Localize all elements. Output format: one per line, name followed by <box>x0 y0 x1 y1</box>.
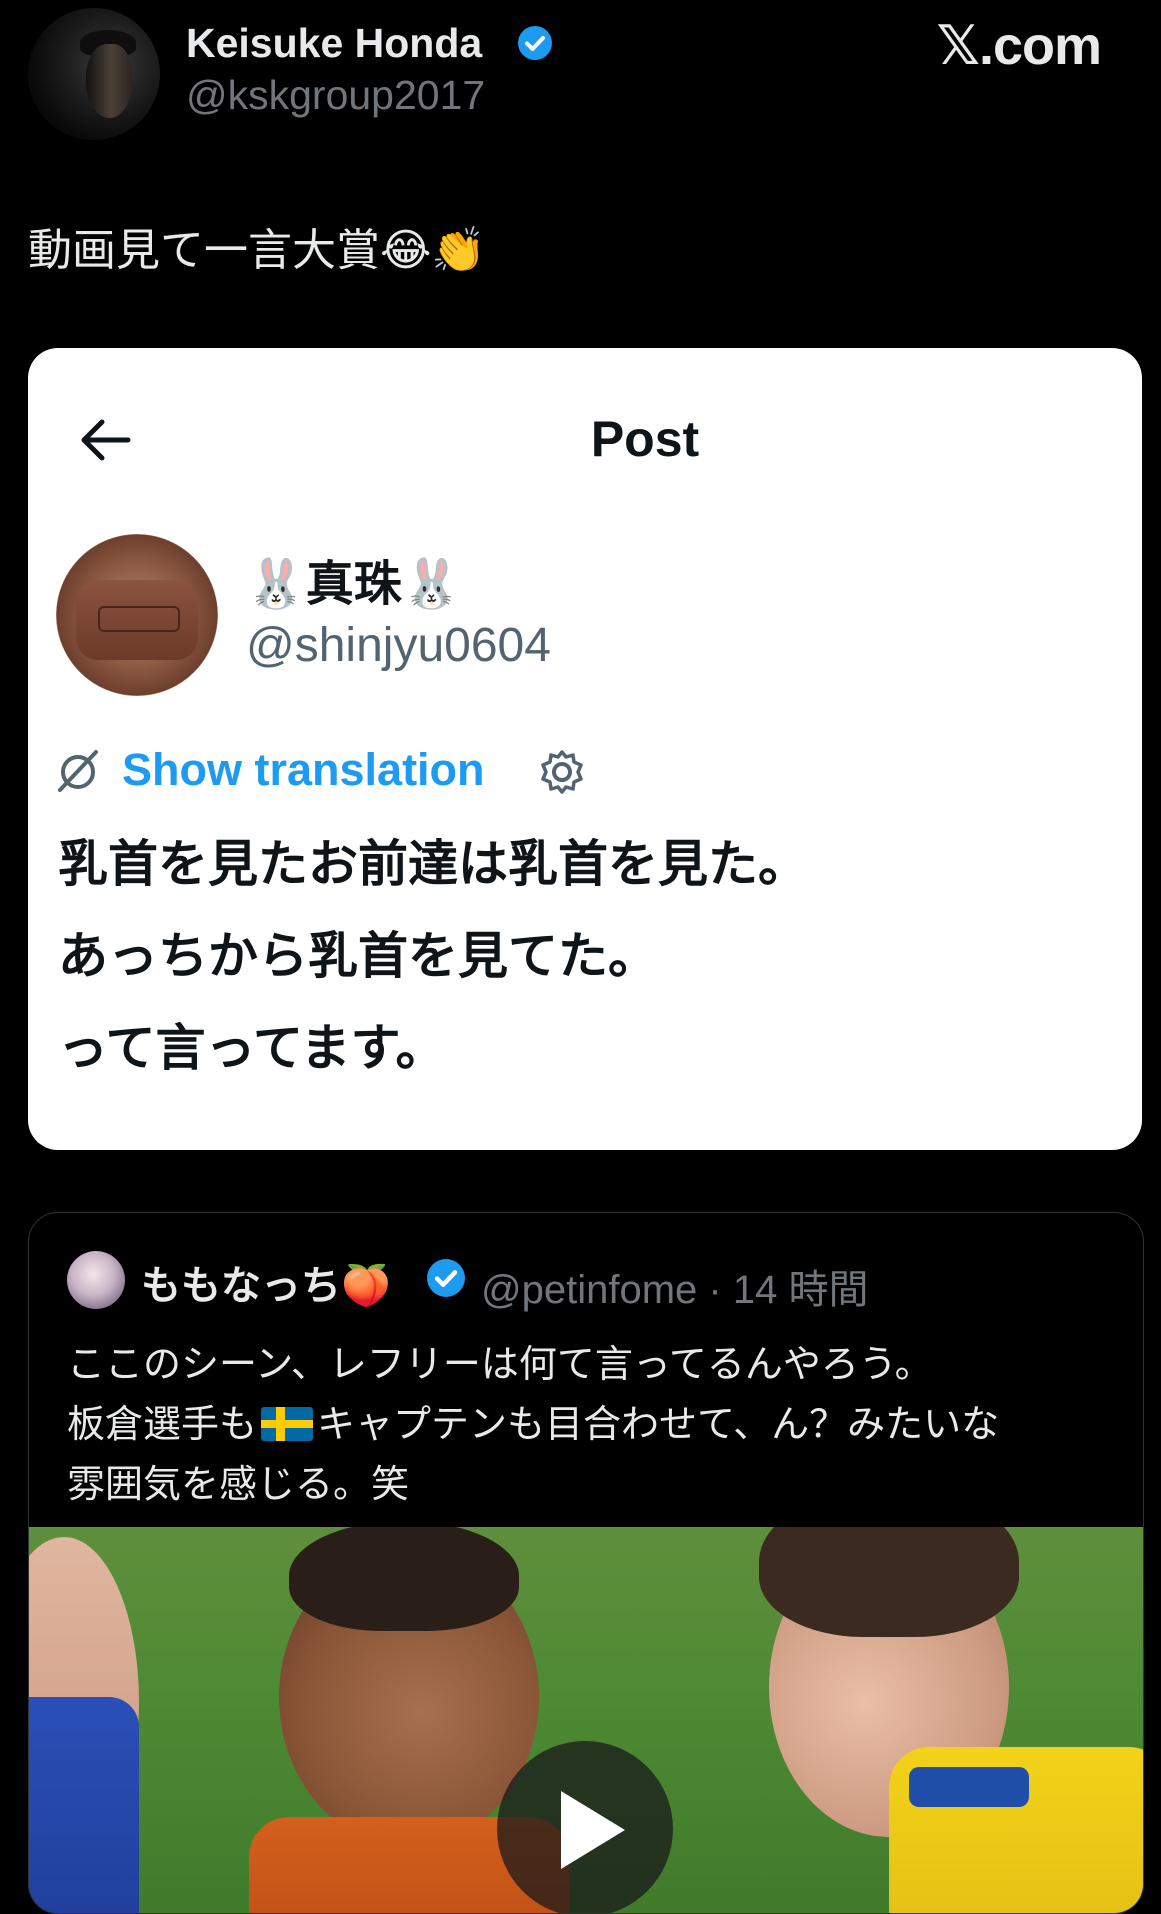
quoted-post-line-1: 乳首を見たお前達は乳首を見た。 <box>58 836 808 892</box>
play-icon <box>561 1791 625 1869</box>
quote-line-2: 板倉選手も キャプテンも目合わせて、ん？みたいな <box>67 1395 999 1455</box>
embedded-screenshot-card: Post 🐰真珠🐰 @shinjyu0604 Show translation … <box>28 348 1142 1150</box>
gear-icon[interactable] <box>538 748 586 796</box>
sweden-flag-icon <box>261 1407 314 1441</box>
quote-author-avatar[interactable] <box>67 1251 125 1309</box>
player-center-hair <box>289 1527 519 1631</box>
quote-line-3: 雰囲気を感じる。笑 <box>67 1464 410 1506</box>
quoted-post-line-2: あっちから乳首を見てた。 <box>58 928 658 984</box>
quote-verified-badge-icon <box>427 1259 465 1297</box>
verified-badge-icon <box>518 26 552 60</box>
avatar-stamp <box>98 606 180 632</box>
player-right-collar <box>909 1767 1029 1807</box>
tweet-text: 動画見て一言大賞😂👏 <box>28 226 487 275</box>
quote-handle-text[interactable]: @petinfome <box>481 1268 697 1312</box>
play-button[interactable] <box>497 1741 673 1913</box>
quote-author-handle[interactable]: @petinfome · 14 時間 <box>481 1257 868 1315</box>
player-right-hair <box>759 1527 1019 1637</box>
avatar-leather-box <box>76 580 198 660</box>
quoted-user-name[interactable]: 🐰真珠🐰 <box>246 544 462 614</box>
quote-line-2-start: 板倉選手も <box>67 1404 258 1446</box>
show-translation-link[interactable]: Show translation <box>122 744 485 796</box>
page-title: Post <box>590 411 700 467</box>
quoted-post-text: 乳首を見たお前達は乳首を見た。 あっちから乳首を見てた。 って言ってます。 <box>58 818 808 1094</box>
quote-author-name[interactable]: ももなっち🍑 <box>141 1253 391 1311</box>
quoted-tweet[interactable]: ももなっち🍑 @petinfome · 14 時間 ここのシーン、レフリーは何て… <box>28 1212 1144 1914</box>
video-thumbnail[interactable] <box>29 1527 1143 1913</box>
avatar-face <box>86 44 132 118</box>
quote-text: ここのシーン、レフリーは何て言ってるんやろう。 板倉選手も キャプテンも目合わせて… <box>67 1335 999 1515</box>
author-handle[interactable]: @kskgroup2017 <box>186 72 485 119</box>
quote-timestamp[interactable]: · 14 時間 <box>708 1268 868 1312</box>
quote-line-2-end: キャプテンも目合わせて、ん？みたいな <box>317 1404 1000 1446</box>
quoted-user-avatar[interactable] <box>56 534 218 696</box>
brand-watermark: 𝕏.com <box>936 16 1102 76</box>
player-left-shirt <box>29 1697 139 1913</box>
post-header: Keisuke Honda @kskgroup2017 𝕏.com <box>0 0 1161 150</box>
quoted-post-line-3: って言ってます。 <box>58 1020 446 1076</box>
quoted-user-handle[interactable]: @shinjyu0604 <box>246 618 551 673</box>
quote-line-1: ここのシーン、レフリーは何て言ってるんやろう。 <box>67 1344 933 1386</box>
translate-icon <box>58 750 98 792</box>
author-avatar[interactable] <box>28 8 160 140</box>
author-name[interactable]: Keisuke Honda <box>186 20 482 67</box>
